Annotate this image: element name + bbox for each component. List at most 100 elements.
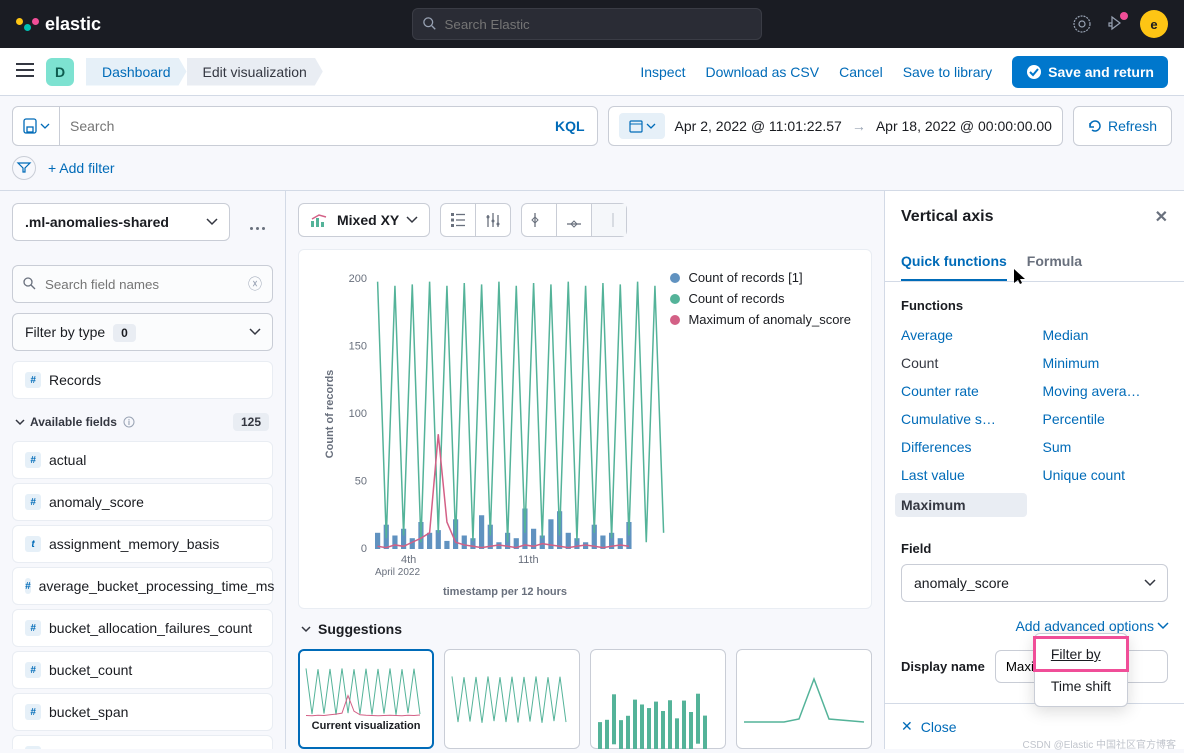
query-lang[interactable]: KQL — [543, 118, 597, 134]
suggestions-toggle[interactable]: Suggestions — [298, 609, 872, 649]
suggestion-card[interactable] — [444, 649, 580, 749]
function-minimum[interactable]: Minimum — [1043, 353, 1169, 373]
tab-formula[interactable]: Formula — [1027, 243, 1082, 281]
filter-type-selector[interactable]: Filter by type0 — [12, 313, 273, 351]
left-axis-button[interactable] — [522, 204, 557, 236]
refresh-icon — [1088, 119, 1102, 133]
download-csv-button[interactable]: Download as CSV — [705, 64, 819, 80]
chart: Count of records [1] Count of records Maxi… — [298, 249, 872, 609]
chevron-down-icon — [407, 217, 417, 223]
logo[interactable]: elastic — [16, 14, 101, 35]
function-lastvalue[interactable]: Last value — [901, 465, 1027, 485]
help-icon[interactable] — [1072, 14, 1092, 34]
function-average[interactable]: Average — [901, 325, 1027, 345]
field-selector[interactable]: anomaly_score — [901, 564, 1168, 602]
suggestion-card[interactable] — [736, 649, 872, 749]
brand-text: elastic — [45, 14, 101, 35]
query-input[interactable] — [60, 107, 543, 145]
bottom-axis-button[interactable] — [557, 204, 592, 236]
query-bar: KQL Apr 2, 2022 @ 11:01:22.57 → Apr 18, … — [0, 96, 1184, 156]
data-view-selector[interactable]: .ml-anomalies-shared — [12, 203, 230, 241]
user-avatar[interactable]: e — [1140, 10, 1168, 38]
suggestion-card[interactable] — [590, 649, 726, 749]
date-to: Apr 18, 2022 @ 00:00:00.00 — [876, 118, 1052, 134]
popover-filter-by[interactable]: Filter by — [1035, 638, 1127, 670]
svg-text:0: 0 — [361, 543, 367, 555]
mixed-chart-icon — [311, 213, 329, 227]
legend-item[interactable]: Count of records — [670, 291, 851, 306]
field-item[interactable]: #bucket_count — [12, 651, 273, 689]
app-header: D Dashboard Edit visualization Inspect D… — [0, 48, 1184, 96]
function-count[interactable]: Count — [901, 353, 1027, 373]
chevron-down-icon — [250, 329, 260, 335]
function-cumulatives[interactable]: Cumulative s… — [901, 409, 1027, 429]
field-item[interactable]: tassignment_memory_basis — [12, 525, 273, 563]
field-item[interactable]: tby_field_name — [12, 735, 273, 749]
svg-text:200: 200 — [349, 273, 367, 285]
clear-icon[interactable]: ⓧ — [248, 274, 262, 294]
chevron-down-icon — [647, 124, 655, 129]
function-maximum[interactable]: Maximum — [895, 493, 1027, 517]
function-differences[interactable]: Differences — [901, 437, 1027, 457]
function-sum[interactable]: Sum — [1043, 437, 1169, 457]
legend-settings-button[interactable] — [441, 204, 476, 236]
cancel-button[interactable]: Cancel — [839, 64, 883, 80]
legend-item[interactable]: Count of records [1] — [670, 270, 851, 285]
field-item[interactable]: #bucket_span — [12, 693, 273, 731]
chevron-down-icon — [302, 627, 310, 632]
news-icon[interactable] — [1106, 14, 1126, 34]
inspect-button[interactable]: Inspect — [640, 64, 685, 80]
suggestions-list: Current visualization — [298, 649, 872, 749]
function-movingavera[interactable]: Moving avera… — [1043, 381, 1169, 401]
number-type-icon: # — [25, 704, 41, 720]
axis-settings-button[interactable] — [476, 204, 510, 236]
function-counterrate[interactable]: Counter rate — [901, 381, 1027, 401]
refresh-button[interactable]: Refresh — [1073, 106, 1172, 146]
close-panel-icon[interactable]: ✕ — [1155, 207, 1168, 227]
field-item[interactable]: #actual — [12, 441, 273, 479]
available-fields-header[interactable]: Available fields i 125 — [12, 403, 273, 441]
add-filter-button[interactable]: + Add filter — [48, 160, 115, 176]
field-item[interactable]: #bucket_allocation_failures_count — [12, 609, 273, 647]
search-icon — [23, 277, 37, 291]
svg-text:50: 50 — [355, 476, 367, 488]
function-uniquecount[interactable]: Unique count — [1043, 465, 1169, 485]
tab-quick-functions[interactable]: Quick functions — [901, 243, 1007, 281]
advanced-options-link[interactable]: Add advanced options — [901, 618, 1168, 634]
date-picker[interactable]: Apr 2, 2022 @ 11:01:22.57 → Apr 18, 2022… — [608, 106, 1063, 146]
save-return-button[interactable]: Save and return — [1012, 56, 1168, 88]
saved-query-button[interactable] — [13, 107, 60, 145]
field-label: Field — [901, 541, 1168, 556]
svg-text:100: 100 — [349, 408, 367, 420]
field-search[interactable]: ⓧ — [12, 265, 273, 303]
filter-menu-button[interactable] — [12, 156, 36, 180]
app-badge: D — [46, 58, 74, 86]
advanced-popover: Filter by Time shift — [1034, 633, 1128, 707]
popover-time-shift[interactable]: Time shift — [1035, 670, 1127, 702]
function-percentile[interactable]: Percentile — [1043, 409, 1169, 429]
config-panel: Vertical axis ✕ Quick functions Formula … — [884, 191, 1184, 749]
calendar-icon — [629, 119, 643, 133]
legend-item[interactable]: Maximum of anomaly_score — [670, 312, 851, 327]
chart-type-selector[interactable]: Mixed XY — [298, 203, 430, 237]
records-field[interactable]: # Records — [12, 361, 273, 399]
disk-icon — [23, 118, 37, 134]
field-item[interactable]: #average_bucket_processing_time_ms — [12, 567, 273, 605]
chevron-down-icon — [41, 124, 49, 129]
global-search[interactable] — [412, 8, 762, 40]
save-library-button[interactable]: Save to library — [903, 64, 992, 80]
calendar-button[interactable] — [619, 113, 665, 139]
global-search-input[interactable] — [445, 17, 751, 32]
display-name-label: Display name — [901, 659, 985, 674]
crumb-dashboard[interactable]: Dashboard — [86, 58, 187, 86]
check-circle-icon — [1026, 64, 1042, 80]
chevron-down-icon — [16, 420, 24, 425]
panel-title: Vertical axis — [901, 208, 994, 226]
suggestion-card[interactable]: Current visualization — [298, 649, 434, 749]
nav-toggle[interactable] — [16, 63, 34, 80]
function-median[interactable]: Median — [1043, 325, 1169, 345]
search-icon — [423, 17, 437, 31]
data-view-options[interactable] — [242, 219, 273, 238]
field-item[interactable]: #anomaly_score — [12, 483, 273, 521]
field-search-input[interactable] — [45, 277, 240, 292]
